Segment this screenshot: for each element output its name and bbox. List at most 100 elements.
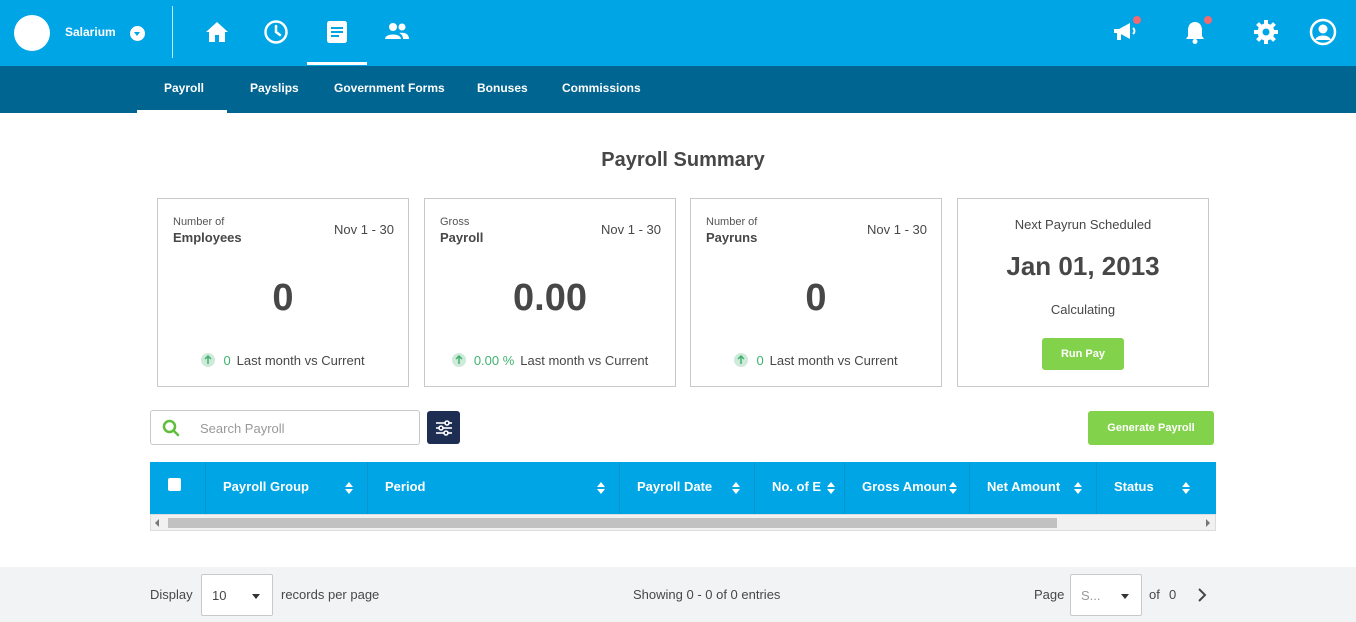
tab-government-forms[interactable]: Government Forms [334, 81, 445, 95]
chevron-right-icon[interactable] [1196, 587, 1208, 603]
card-change: 0.00 % [473, 353, 515, 368]
card-label: Employees [173, 230, 242, 245]
sort-icon[interactable] [1181, 481, 1191, 495]
table-horizontal-scrollbar[interactable] [150, 514, 1216, 531]
sort-icon[interactable] [344, 481, 354, 495]
tab-payslips[interactable]: Payslips [250, 81, 299, 95]
generate-payroll-button[interactable]: Generate Payroll [1088, 411, 1214, 445]
column-label: Gross Amoun [862, 479, 946, 494]
arrow-up-icon [451, 353, 466, 367]
sliders-icon [435, 419, 452, 436]
card-footer-text: Last month vs Current [520, 353, 649, 368]
sort-icon[interactable] [1073, 481, 1083, 495]
arrow-up-icon [201, 353, 216, 367]
card-value: 0 [805, 277, 827, 319]
card-change: 0 [223, 353, 231, 368]
clock-icon[interactable] [261, 17, 291, 47]
column-label: Net Amount [987, 479, 1061, 494]
card-date-range: Nov 1 - 30 [334, 222, 394, 237]
page-title: Payroll Summary [601, 149, 765, 171]
tab-payroll[interactable]: Payroll [164, 81, 204, 95]
column-status[interactable]: Status [1097, 462, 1216, 514]
column-label: Payroll Group [223, 479, 309, 494]
divider [172, 6, 173, 58]
sort-icon[interactable] [596, 481, 606, 495]
page-size-select[interactable]: 10 [201, 574, 273, 616]
card-date-range: Nov 1 - 30 [601, 222, 661, 237]
tab-commissions[interactable]: Commissions [562, 81, 641, 95]
scroll-right-arrow[interactable] [1206, 519, 1210, 527]
document-icon[interactable] [322, 17, 352, 47]
payruns-card: Number of Payruns Nov 1 - 30 0 0 Last mon… [690, 198, 942, 387]
tab-bonuses[interactable]: Bonuses [477, 81, 528, 95]
column-gross-amount[interactable]: Gross Amoun [845, 462, 970, 514]
company-logo[interactable] [14, 15, 50, 51]
sort-icon[interactable] [731, 481, 741, 495]
nav-active-indicator [307, 62, 367, 65]
search-placeholder: Search Payroll [200, 421, 285, 436]
card-value: 0 [272, 277, 294, 319]
card-footer: 0 Last month vs Current [691, 353, 941, 368]
column-payroll-group[interactable]: Payroll Group [206, 462, 368, 514]
tab-active-indicator [137, 110, 227, 113]
card-small-label: Number of [173, 216, 225, 228]
column-label: No. of E [772, 479, 822, 494]
top-navbar: Salarium [0, 0, 1356, 66]
next-payrun-date: Jan 01, 2013 [1006, 251, 1160, 281]
card-small-label: Gross [440, 216, 470, 228]
company-name[interactable]: Salarium [65, 25, 116, 39]
caret-down-icon [1121, 594, 1129, 599]
sort-icon[interactable] [948, 481, 958, 495]
page-select[interactable]: S... [1070, 574, 1142, 616]
display-label: Display [150, 587, 193, 602]
payroll-table-header: Payroll Group Period Payroll Date No. of… [150, 462, 1216, 514]
column-number-of-employees[interactable]: No. of E [755, 462, 845, 514]
card-date-range: Nov 1 - 30 [867, 222, 927, 237]
column-net-amount[interactable]: Net Amount [970, 462, 1097, 514]
employees-card: Number of Employees Nov 1 - 30 0 0 Last m… [157, 198, 409, 387]
card-footer: 0.00 % Last month vs Current [425, 353, 675, 368]
column-period[interactable]: Period [368, 462, 620, 514]
gross-payroll-card: Gross Payroll Nov 1 - 30 0.00 0.00 % Last… [424, 198, 676, 387]
card-footer: 0 Last month vs Current [158, 353, 408, 368]
page-size-value: 10 [212, 588, 227, 603]
of-label: of [1149, 587, 1160, 602]
card-value: 0.00 [513, 277, 587, 319]
caret-down-icon [252, 594, 260, 599]
card-label: Payruns [706, 230, 758, 245]
total-pages: 0 [1169, 587, 1177, 602]
page-select-value: S... [1081, 588, 1101, 603]
card-small-label: Number of [706, 216, 758, 228]
filter-button[interactable] [427, 411, 460, 444]
select-all-column [150, 462, 206, 514]
select-all-checkbox[interactable] [168, 478, 181, 491]
column-label: Period [385, 479, 426, 494]
gear-icon[interactable] [1251, 17, 1281, 47]
card-label: Payroll [440, 230, 484, 245]
chevron-down-icon[interactable] [130, 26, 145, 41]
page-label: Page [1034, 587, 1065, 602]
next-payrun-title: Next Payrun Scheduled [1014, 217, 1152, 232]
people-icon[interactable] [382, 17, 412, 47]
sort-icon[interactable] [826, 481, 836, 495]
search-icon [162, 419, 180, 442]
column-label: Status [1114, 479, 1154, 494]
search-payroll-input[interactable]: Search Payroll [150, 410, 420, 445]
next-payrun-status: Calculating [1050, 302, 1116, 317]
pagination-footer: Display 10 records per page Showing 0 - … [0, 567, 1356, 622]
column-label: Payroll Date [637, 479, 713, 494]
scrollbar-thumb[interactable] [168, 518, 1057, 528]
next-payrun-card: Next Payrun Scheduled Jan 01, 2013 Calcu… [957, 198, 1209, 387]
card-footer-text: Last month vs Current [236, 353, 365, 368]
card-change: 0 [756, 353, 764, 368]
notification-dot [1204, 16, 1212, 24]
column-payroll-date[interactable]: Payroll Date [620, 462, 755, 514]
arrow-up-icon [734, 353, 749, 367]
card-footer-text: Last month vs Current [769, 353, 898, 368]
run-pay-button[interactable]: Run Pay [1042, 338, 1124, 370]
user-icon[interactable] [1308, 17, 1338, 47]
scroll-left-arrow[interactable] [155, 519, 159, 527]
showing-entries-text: Showing 0 - 0 of 0 entries [633, 587, 781, 602]
records-per-page-label: records per page [281, 587, 380, 602]
home-icon[interactable] [202, 17, 232, 47]
